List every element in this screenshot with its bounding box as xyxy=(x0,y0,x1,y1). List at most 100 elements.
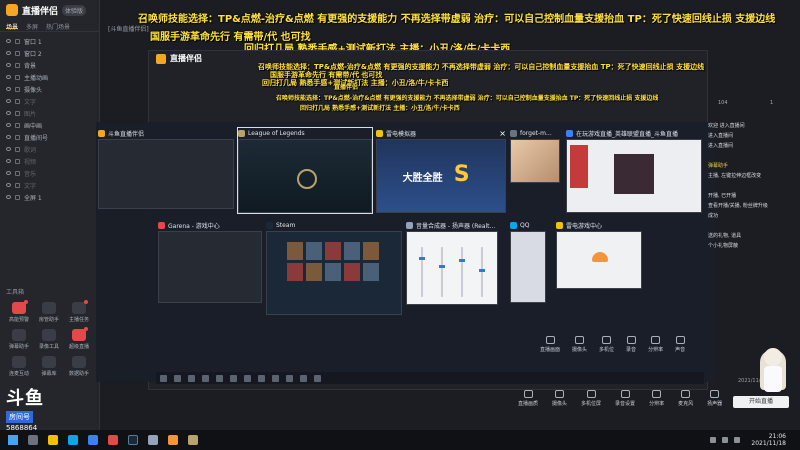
scene-item[interactable]: 歌词 xyxy=(0,143,99,155)
lock-icon[interactable] xyxy=(15,146,20,152)
lock-icon[interactable] xyxy=(15,62,20,68)
eye-icon[interactable] xyxy=(6,123,11,127)
taskbar-clock[interactable]: 21:06 2021/11/18 xyxy=(751,433,786,447)
tool-item[interactable]: 超级直播 xyxy=(64,327,94,350)
eye-icon[interactable] xyxy=(6,51,11,55)
toolbar-button[interactable]: 摄像头 xyxy=(552,390,567,407)
lock-icon[interactable] xyxy=(15,170,20,176)
lock-icon[interactable] xyxy=(15,74,20,80)
scene-item[interactable]: 音乐 xyxy=(0,167,99,179)
qq-taskbar-icon[interactable] xyxy=(68,435,78,445)
lol-taskbar-icon[interactable] xyxy=(188,435,198,445)
toolbar-button[interactable]: 录音设置 xyxy=(615,390,635,407)
scene-item[interactable]: 主播动画 xyxy=(0,71,99,83)
tab-hot-scenes[interactable]: 热门场景 xyxy=(46,22,70,31)
eye-icon[interactable] xyxy=(6,111,11,115)
tool-item[interactable]: 连麦互动 xyxy=(4,356,34,377)
scene-item[interactable]: 全屏 1 xyxy=(0,191,99,203)
task-card-browser[interactable]: 在玩游戏直播_英雄联盟直播_斗鱼直播 xyxy=(566,128,702,213)
tab-multiscreen[interactable]: 多屏 xyxy=(26,22,38,31)
task-card-steam[interactable]: Steam xyxy=(266,220,402,315)
eye-icon[interactable] xyxy=(6,195,11,199)
version-badge: 体验版 xyxy=(62,4,87,16)
tool-item[interactable]: 弹幕库 xyxy=(34,356,64,377)
lock-icon[interactable] xyxy=(15,158,20,164)
lock-icon[interactable] xyxy=(15,182,20,188)
lock-icon[interactable] xyxy=(15,38,20,44)
lock-icon[interactable] xyxy=(15,194,20,200)
toolbar-button[interactable]: 直播画质 xyxy=(518,390,538,407)
volume-icon[interactable] xyxy=(722,437,728,443)
mixer-taskbar-icon[interactable] xyxy=(148,435,158,445)
toolbar-button[interactable]: 多机位屏 xyxy=(581,390,601,407)
inner-taskbar-app-icon xyxy=(230,374,237,382)
lock-icon[interactable] xyxy=(15,110,20,116)
task-card-garena[interactable]: Garena - 游戏中心 xyxy=(158,220,262,303)
steam-taskbar-icon[interactable] xyxy=(128,435,138,445)
scene-item[interactable]: 窗口 2 xyxy=(0,47,99,59)
eye-icon[interactable] xyxy=(6,39,11,43)
tool-item[interactable]: 数据助手 xyxy=(64,356,94,377)
task-card-lol[interactable]: League of Legends xyxy=(237,127,373,214)
ld-center-taskbar-icon[interactable] xyxy=(168,435,178,445)
task-card-ldplayer[interactable]: 雷电模拟器 × 大胜全胜 S xyxy=(376,128,506,213)
scene-item[interactable]: 文字 xyxy=(0,179,99,191)
tool-item[interactable]: 高能预警 xyxy=(4,300,34,323)
garena-taskbar-icon[interactable] xyxy=(108,435,118,445)
tool-label: 弹幕助手 xyxy=(8,344,29,350)
scene-item[interactable]: 画中画 xyxy=(0,119,99,131)
lock-icon[interactable] xyxy=(15,86,20,92)
lock-icon[interactable] xyxy=(15,122,20,128)
tool-item[interactable]: 弹幕助手 xyxy=(4,329,34,350)
eye-icon[interactable] xyxy=(6,183,11,187)
inner-taskbar-app-icon xyxy=(202,374,209,382)
eye-icon[interactable] xyxy=(6,171,11,175)
eye-icon[interactable] xyxy=(6,63,11,67)
scene-item[interactable]: 窗口 1 xyxy=(0,35,99,47)
tool-item[interactable]: 房管助手 xyxy=(34,302,64,323)
task-card-forget[interactable]: forget-m... xyxy=(510,128,560,183)
scene-item[interactable]: 背景 xyxy=(0,59,99,71)
scene-item[interactable]: 图片 xyxy=(0,107,99,119)
scene-item[interactable]: 视频 xyxy=(0,155,99,167)
network-icon[interactable] xyxy=(710,437,716,443)
eye-icon[interactable] xyxy=(6,135,11,139)
toolbar-button[interactable]: 麦克风 xyxy=(678,390,693,407)
lock-icon[interactable] xyxy=(15,134,20,140)
eye-icon[interactable] xyxy=(6,147,11,151)
douyu-logo: 斗鱼 xyxy=(6,388,44,409)
close-icon[interactable]: × xyxy=(499,129,506,138)
lock-icon[interactable] xyxy=(15,98,20,104)
app-name: 直播伴侣 xyxy=(22,6,59,17)
scene-item[interactable]: 直播间号 xyxy=(0,131,99,143)
eye-icon[interactable] xyxy=(6,99,11,103)
toolbar-button[interactable]: 扬声器 xyxy=(707,390,722,407)
scene-item[interactable]: 摄像头 xyxy=(0,83,99,95)
lock-icon[interactable] xyxy=(15,50,20,56)
task-card-ld-center[interactable]: 雷电游戏中心 xyxy=(556,220,642,289)
task-card-volume-mixer[interactable]: 音量合成器 - 扬声器 (Realt... xyxy=(406,220,498,305)
tool-item[interactable]: 录像工具 xyxy=(34,329,64,350)
toolbar-button[interactable]: 分辨率 xyxy=(649,390,664,407)
toolbar-button[interactable]: 摄像头 xyxy=(572,336,587,353)
toolbar-button[interactable]: 多机位 xyxy=(599,336,614,353)
task-card-qq[interactable]: QQ xyxy=(510,220,546,303)
ld-taskbar-icon[interactable] xyxy=(48,435,58,445)
search-icon[interactable] xyxy=(28,435,38,445)
eye-icon[interactable] xyxy=(6,75,11,79)
tool-item[interactable]: 主播任务 xyxy=(64,300,94,323)
eye-icon[interactable] xyxy=(6,87,11,91)
toolbar-button[interactable]: 声音 xyxy=(675,336,685,353)
task-card-douyu[interactable]: 斗鱼直播伴侣 xyxy=(98,128,234,209)
windows-start-icon[interactable] xyxy=(8,435,18,445)
notification-dot xyxy=(24,300,28,304)
browser-taskbar-icon[interactable] xyxy=(88,435,98,445)
eye-icon[interactable] xyxy=(6,159,11,163)
toolbar-button[interactable]: 分辨率 xyxy=(648,336,663,353)
toolbar-button[interactable]: 直播画面 xyxy=(540,336,560,353)
toolbar-button[interactable]: 录音 xyxy=(626,336,636,353)
ime-icon[interactable] xyxy=(734,437,740,443)
inner-taskbar-app-icon xyxy=(188,374,195,382)
tab-scenes[interactable]: 场景 xyxy=(6,22,19,31)
scene-item[interactable]: 文字 xyxy=(0,95,99,107)
